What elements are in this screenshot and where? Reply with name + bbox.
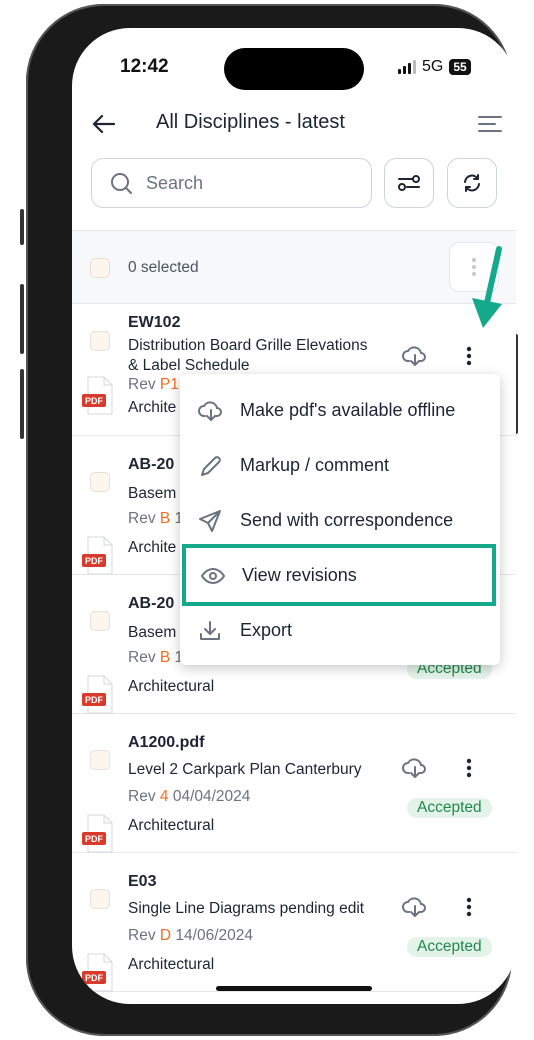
sliders-icon (398, 175, 420, 191)
pdf-file-icon: PDF (82, 675, 118, 714)
search-placeholder: Search (146, 172, 204, 193)
status-badge: Accepted (407, 798, 492, 818)
discipline: Archite (128, 399, 177, 416)
offline-download-button[interactable] (402, 344, 428, 373)
phone-frame: 12:42 5G 55 All Disciplines - latest Sea… (20, 4, 518, 1036)
revision: Rev P1 (128, 376, 179, 393)
row-checkbox[interactable] (90, 750, 110, 770)
revision: Rev D 14/06/2024 (128, 927, 253, 944)
search-input[interactable]: Search (91, 158, 372, 208)
screen: 12:42 5G 55 All Disciplines - latest Sea… (72, 28, 516, 1004)
signal-icon (398, 60, 416, 74)
network-label: 5G (422, 58, 444, 75)
annotation-arrow-icon (472, 246, 502, 328)
refresh-icon (464, 174, 480, 192)
pdf-file-icon: PDF (82, 536, 118, 575)
refresh-button[interactable] (447, 158, 497, 208)
context-menu: Make pdf's available offline Markup / co… (180, 374, 500, 665)
highlight-box (182, 544, 496, 606)
pdf-file-icon: PDF (82, 376, 118, 415)
volume-up-button (20, 284, 24, 354)
row-checkbox[interactable] (90, 611, 110, 631)
discipline: Archite (128, 539, 177, 556)
document-code: A1200.pdf (128, 734, 205, 751)
battery-icon: 55 (449, 59, 471, 75)
svg-text:PDF: PDF (85, 973, 104, 983)
status-icons: 5G 55 (398, 58, 471, 76)
row-more-button[interactable] (465, 897, 473, 922)
back-arrow-icon[interactable] (92, 114, 116, 134)
more-vertical-icon (466, 897, 472, 917)
more-vertical-icon (466, 758, 472, 778)
download-icon (200, 620, 220, 640)
document-title: Basem (128, 485, 177, 502)
row-checkbox[interactable] (90, 472, 110, 492)
document-row[interactable]: E03 Single Line Diagrams pending edit Re… (72, 853, 516, 992)
menu-item-markup[interactable]: Markup / comment (180, 438, 500, 493)
revision: Rev B 1 (128, 510, 184, 527)
menu-item-export[interactable]: Export (180, 603, 500, 658)
document-title: Level 2 Carkpark Plan Canterbury (128, 761, 362, 778)
pdf-file-icon: PDF (82, 953, 118, 992)
page-title: All Disciplines - latest (156, 111, 345, 133)
mute-button (20, 209, 24, 245)
send-icon (199, 509, 221, 532)
document-code: E03 (128, 873, 157, 890)
volume-down-button (20, 369, 24, 439)
cloud-download-icon (402, 758, 426, 778)
row-checkbox[interactable] (90, 889, 110, 909)
document-title: Basem (128, 624, 177, 641)
home-indicator (216, 986, 372, 991)
svg-text:PDF: PDF (85, 396, 104, 406)
cloud-download-icon (198, 400, 222, 421)
document-code: AB-20 (128, 456, 175, 473)
document-code: AB-20 (128, 595, 175, 612)
pdf-file-icon: PDF (82, 814, 118, 853)
svg-text:PDF: PDF (85, 834, 104, 844)
discipline: Architectural (128, 956, 215, 973)
status-time: 12:42 (120, 56, 169, 77)
status-badge: Accepted (407, 937, 492, 957)
offline-download-button[interactable] (402, 756, 428, 785)
document-title: Distribution Board Grille Elevations & La… (128, 337, 368, 374)
row-checkbox[interactable] (90, 331, 110, 351)
discipline: Architectural (128, 678, 215, 695)
document-title: Single Line Diagrams pending edit (128, 900, 365, 917)
cloud-download-icon (402, 897, 426, 917)
filter-button[interactable] (384, 158, 434, 208)
discipline: Architectural (128, 817, 215, 834)
search-icon (111, 173, 132, 194)
pencil-icon (201, 455, 221, 476)
selected-count: 0 selected (128, 259, 199, 276)
revision: Rev B 1 (128, 649, 184, 666)
selection-bar: 0 selected (72, 230, 516, 304)
revision: Rev 4 04/04/2024 (128, 788, 251, 805)
more-vertical-icon (466, 346, 472, 366)
menu-icon[interactable] (478, 115, 502, 133)
cloud-download-icon (402, 346, 426, 366)
menu-item-send[interactable]: Send with correspondence (180, 493, 500, 548)
document-code: EW102 (128, 314, 181, 331)
svg-text:PDF: PDF (85, 556, 104, 566)
menu-item-make-offline[interactable]: Make pdf's available offline (180, 383, 500, 438)
dynamic-island (224, 48, 364, 90)
svg-text:PDF: PDF (85, 695, 104, 705)
document-row[interactable]: A1200.pdf Level 2 Carkpark Plan Canterbu… (72, 714, 516, 853)
offline-download-button[interactable] (402, 895, 428, 924)
row-more-button[interactable] (465, 758, 473, 783)
row-more-button[interactable] (465, 346, 473, 371)
select-all-checkbox[interactable] (90, 258, 110, 278)
